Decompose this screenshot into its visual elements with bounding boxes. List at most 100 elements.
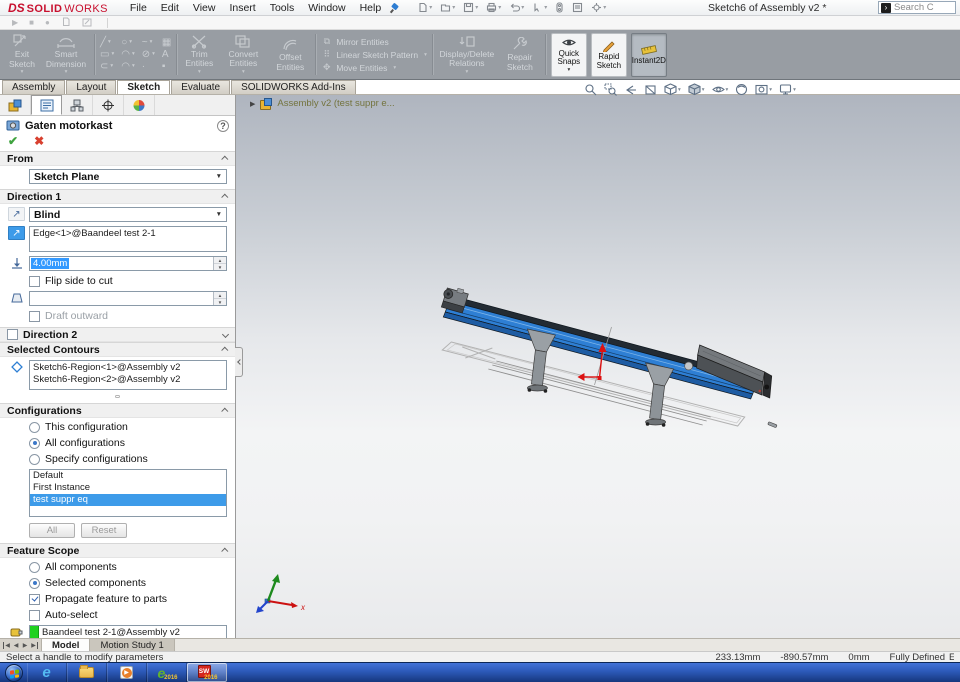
direction2-group-header[interactable]: Direction 2 [0,327,235,342]
auto-select-checkbox[interactable] [29,609,40,621]
menu-help[interactable]: Help [360,2,382,14]
list-item[interactable]: Default [30,470,226,482]
all-configurations-radio[interactable] [29,437,40,449]
trim-entities-button[interactable]: Trim Entities ▾ [182,34,216,75]
selected-components-radio[interactable] [29,577,40,589]
sphere-handle[interactable] [684,361,693,371]
file-properties-button[interactable] [572,2,583,13]
reset-button[interactable]: Reset [81,523,127,538]
list-item[interactable]: Sketch6-Region<2>@Assembly v2 [33,374,223,386]
run-macro-icon[interactable]: ▶ [12,18,18,27]
taskbar-solidworks-launcher[interactable]: e 2016 [147,663,187,682]
ellipse-tool[interactable]: ⊘ ▾ [142,49,155,60]
featuremanager-tree-tab[interactable] [0,95,31,115]
panel-splitter-handle[interactable] [235,347,243,377]
zoom-to-area-button[interactable] [604,83,617,96]
text-tool[interactable]: A [162,49,171,60]
menu-window[interactable]: Window [308,2,345,14]
offset-entities-button[interactable]: Offset Entities [270,37,310,72]
move-entities-button[interactable]: ✥ Move Entities ▾ [321,62,427,73]
list-item[interactable]: Edge<1>@Baandeel test 2-1 [33,228,223,240]
cancel-button[interactable]: ✖ [34,134,44,148]
configurationmanager-tab[interactable] [62,95,93,115]
taskbar-media-player[interactable]: ▶ [107,663,147,682]
edit-macro-icon[interactable] [82,17,92,29]
configurations-group-header[interactable]: Configurations [0,403,235,418]
rebuild-button[interactable] [555,2,564,13]
slot-tool[interactable]: ⊂ ▾ [100,61,114,72]
edit-appearance-button[interactable] [735,83,748,96]
list-item-selected[interactable]: test suppr eq [30,494,226,506]
select-button[interactable]: ▾ [532,2,547,13]
display-delete-relations-button[interactable]: Display/Delete Relations ▾ [438,34,496,75]
rectangle-tool[interactable]: ▭ ▾ [100,49,114,60]
print-button[interactable]: ▾ [486,2,501,13]
taskbar-solidworks-app[interactable]: SW 2016 [187,663,227,682]
mirror-entities-button[interactable]: ⧉ Mirror Entities [321,36,427,47]
spline-tool[interactable]: ~ ▾ [142,37,155,48]
start-button[interactable] [0,663,27,682]
stop-macro-icon[interactable]: ■ [29,18,34,27]
taskbar-internet-explorer[interactable]: e [27,663,67,682]
menu-view[interactable]: View [193,2,216,14]
save-button[interactable]: ▾ [463,2,478,13]
spinner-arrows[interactable]: ▲ ▼ [213,257,226,270]
options-button[interactable]: ▾ [591,2,606,13]
reverse-direction-icon[interactable]: ↗ [8,207,25,221]
all-components-radio[interactable] [29,561,40,573]
fillet-tool[interactable]: ◠ ▾ [121,61,135,72]
direction1-group-header[interactable]: Direction 1 [0,189,235,204]
quick-snaps-button[interactable]: Quick Snaps ▾ [550,32,587,77]
repair-sketch-button[interactable]: Repair Sketch [500,37,540,72]
conveyor-model[interactable] [236,95,960,638]
propertymanager-tab[interactable] [31,95,62,115]
selected-contours-list[interactable]: Sketch6-Region<1>@Assembly v2 Sketch6-Re… [29,360,227,390]
selected-contours-group-header[interactable]: Selected Contours [0,342,235,357]
taskbar-file-explorer[interactable] [67,663,107,682]
linear-sketch-pattern-button[interactable]: ⠿ Linear Sketch Pattern ▾ [321,49,427,60]
new-document-button[interactable]: ▾ [417,2,432,13]
model-tab[interactable]: Model [42,639,91,651]
spin-down-icon[interactable]: ▼ [214,264,226,270]
spin-down-icon[interactable]: ▼ [214,299,226,305]
next-tab-icon[interactable]: ▶ [21,642,29,649]
tab-sketch[interactable]: Sketch [117,80,171,94]
dimxpertmanager-tab[interactable] [93,95,124,115]
tab-solidworks-add-ins[interactable]: SOLIDWORKS Add-Ins [231,80,356,94]
last-tab-icon[interactable]: ▶ [30,641,38,649]
display-style-button[interactable]: ▾ [688,83,705,96]
this-configuration-radio[interactable] [29,421,40,433]
configurations-list[interactable]: Default First Instance test suppr eq [29,469,227,517]
propagate-feature-checkbox[interactable] [29,593,40,605]
tab-layout[interactable]: Layout [66,80,117,94]
line-tool[interactable]: ╱ ▾ [100,37,114,48]
search-box[interactable]: › Search C [878,1,956,14]
sketch-picture-tool[interactable]: ▦ [162,37,171,48]
end-condition-select[interactable]: Blind ▼ [29,207,227,222]
menu-file[interactable]: File [130,2,147,14]
exit-sketch-button[interactable]: Exit Sketch ▾ [5,33,39,75]
draft-outward-checkbox[interactable] [29,310,40,322]
list-item[interactable]: Sketch6-Region<1>@Assembly v2 [33,362,223,374]
zoom-to-fit-button[interactable] [584,83,597,96]
view-settings-button[interactable]: ▾ [779,83,796,96]
convert-entities-button[interactable]: Convert Entities ▾ [220,34,266,75]
all-button[interactable]: All [29,523,75,538]
arc-tool[interactable]: ◠ ▾ [121,49,135,60]
pin-menubar-icon[interactable] [391,4,399,12]
spin-up-icon[interactable]: ▲ [214,292,226,299]
prev-tab-icon[interactable]: ◀ [12,642,20,649]
spin-up-icon[interactable]: ▲ [214,257,226,264]
view-orientation-button[interactable]: ▾ [664,83,681,96]
menu-insert[interactable]: Insert [229,2,255,14]
specify-configurations-radio[interactable] [29,453,40,465]
rapid-sketch-button[interactable]: Rapid Sketch [590,32,627,77]
instant2d-button[interactable]: Instant2D [630,32,667,77]
direction-reference-list[interactable]: Edge<1>@Baandeel test 2-1 [29,226,227,252]
from-group-header[interactable]: From [0,151,235,166]
start-condition-select[interactable]: Sketch Plane ▼ [29,169,227,184]
tab-assembly[interactable]: Assembly [2,80,66,94]
smart-dimension-button[interactable]: Smart Dimension ▾ [43,33,89,75]
circle-tool[interactable]: ○ ▾ [121,37,135,48]
list-item[interactable]: First Instance [30,482,226,494]
